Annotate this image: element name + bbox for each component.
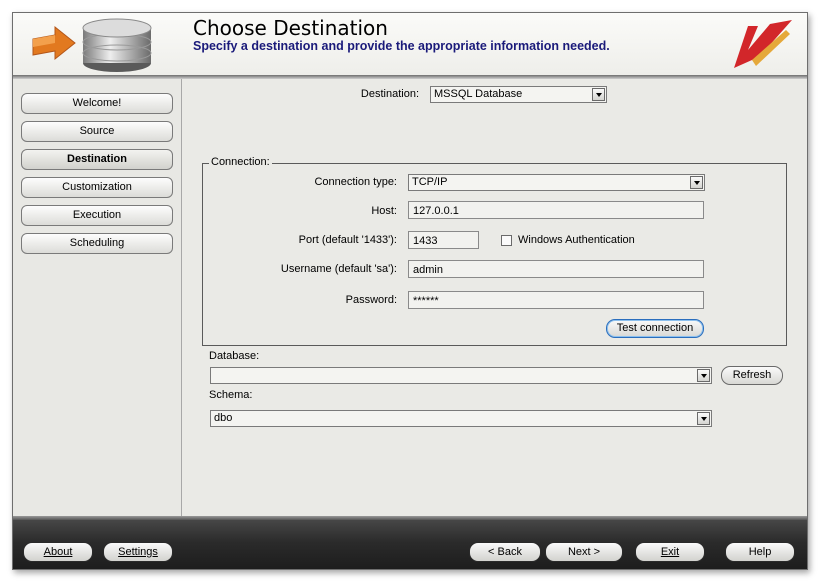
about-button[interactable]: About bbox=[23, 542, 93, 562]
password-input[interactable]: ****** bbox=[408, 291, 704, 309]
connection-type-label: Connection type: bbox=[314, 176, 397, 188]
next-label: Next > bbox=[567, 546, 601, 558]
sidebar-item-source[interactable]: Source bbox=[21, 121, 173, 142]
chevron-down-icon[interactable] bbox=[690, 176, 703, 189]
username-input[interactable]: admin bbox=[408, 260, 704, 278]
settings-button[interactable]: Settings bbox=[103, 542, 173, 562]
exit-button[interactable]: Exit bbox=[635, 542, 705, 562]
header: Choose Destination Specify a destination… bbox=[13, 13, 807, 75]
page-subtitle: Specify a destination and provide the ap… bbox=[193, 39, 610, 53]
chevron-down-icon[interactable] bbox=[592, 88, 605, 101]
settings-label: Settings bbox=[118, 546, 158, 558]
sidebar-item-welcome[interactable]: Welcome! bbox=[21, 93, 173, 114]
connection-type-select[interactable]: TCP/IP bbox=[408, 174, 705, 191]
database-select[interactable] bbox=[210, 367, 712, 384]
back-button[interactable]: < Back bbox=[469, 542, 541, 562]
chevron-down-icon[interactable] bbox=[697, 412, 710, 425]
destination-label: Destination: bbox=[360, 88, 419, 100]
main-panel: Destination: MSSQL Database Connection: … bbox=[185, 79, 807, 516]
destination-value: MSSQL Database bbox=[434, 88, 523, 100]
sidebar-item-scheduling[interactable]: Scheduling bbox=[21, 233, 173, 254]
schema-select[interactable]: dbo bbox=[210, 410, 712, 427]
footer: About Settings < Back Next > Exit Help bbox=[13, 520, 807, 569]
help-button[interactable]: Help bbox=[725, 542, 795, 562]
back-label: < Back bbox=[488, 546, 522, 558]
host-input[interactable]: 127.0.0.1 bbox=[408, 201, 704, 219]
schema-value: dbo bbox=[214, 412, 233, 424]
wizard-window: Choose Destination Specify a destination… bbox=[12, 12, 808, 570]
brand-logo-icon bbox=[734, 20, 792, 68]
test-connection-button[interactable]: Test connection bbox=[606, 319, 704, 338]
page-title: Choose Destination bbox=[193, 16, 388, 40]
help-label: Help bbox=[748, 546, 772, 558]
connection-type-value: TCP/IP bbox=[412, 176, 448, 188]
username-label: Username (default 'sa'): bbox=[280, 263, 397, 275]
about-label: About bbox=[43, 546, 73, 558]
windows-auth-label: Windows Authentication bbox=[518, 234, 635, 246]
sidebar-item-customization[interactable]: Customization bbox=[21, 177, 173, 198]
database-label: Database: bbox=[209, 350, 260, 362]
sidebar: Welcome! Source Destination Customizatio… bbox=[13, 79, 182, 516]
exit-label: Exit bbox=[660, 546, 680, 558]
destination-select[interactable]: MSSQL Database bbox=[430, 86, 607, 103]
password-label: Password: bbox=[345, 294, 397, 306]
database-import-icon bbox=[32, 18, 152, 72]
schema-label: Schema: bbox=[209, 389, 253, 401]
sidebar-item-execution[interactable]: Execution bbox=[21, 205, 173, 226]
windows-auth-checkbox[interactable] bbox=[501, 235, 512, 246]
connection-group-label: Connection: bbox=[209, 156, 272, 168]
refresh-button[interactable]: Refresh bbox=[721, 366, 783, 385]
port-label: Port (default '1433'): bbox=[298, 234, 397, 246]
next-button[interactable]: Next > bbox=[545, 542, 623, 562]
port-input[interactable]: 1433 bbox=[408, 231, 479, 249]
sidebar-item-destination[interactable]: Destination bbox=[21, 149, 173, 170]
host-label: Host: bbox=[371, 205, 397, 217]
chevron-down-icon[interactable] bbox=[697, 369, 710, 382]
